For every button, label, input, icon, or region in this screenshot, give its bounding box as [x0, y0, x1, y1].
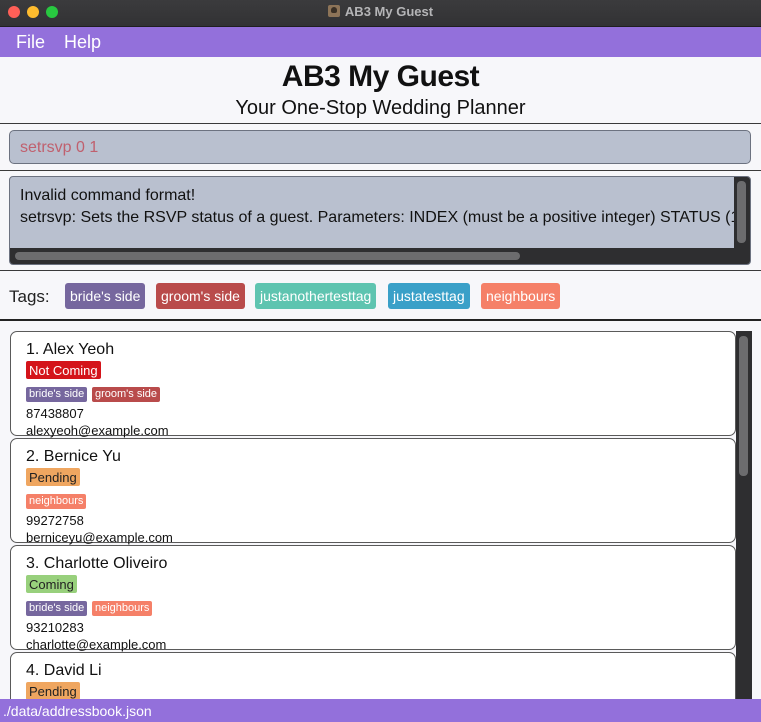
- person-tag: groom's side: [92, 387, 161, 402]
- rsvp-badge: Coming: [26, 575, 77, 593]
- person-tag: neighbours: [26, 494, 87, 509]
- person-list[interactable]: 1. Alex Yeoh Not Coming bride's side gro…: [0, 321, 761, 699]
- person-email: berniceyu@example.com: [26, 530, 173, 545]
- menu-bar: File Help: [0, 27, 761, 57]
- window-title-text: AB3 My Guest: [344, 4, 434, 19]
- person-name: 3. Charlotte Oliveiro: [26, 555, 168, 572]
- person-card[interactable]: 2. Bernice Yu Pending neighbours 9927275…: [10, 438, 736, 545]
- rsvp-badge: Not Coming: [26, 361, 101, 379]
- person-phone: 99272758: [26, 513, 84, 528]
- person-tag: bride's side: [26, 387, 88, 402]
- tag-justatesttag[interactable]: justatesttag: [388, 283, 470, 309]
- person-tag: bride's side: [26, 601, 88, 616]
- app-icon: [327, 5, 340, 17]
- menu-help[interactable]: Help: [64, 32, 101, 53]
- tag-label: justatesttag: [393, 288, 465, 304]
- list-vertical-scroll-thumb[interactable]: [739, 336, 748, 476]
- tag-brides-side[interactable]: bride's side: [65, 283, 146, 309]
- tag-label: groom's side: [161, 288, 240, 304]
- person-email: alexyeoh@example.com: [26, 423, 169, 438]
- status-bar: ./data/addressbook.json: [0, 699, 761, 722]
- list-vertical-scrollbar[interactable]: [736, 331, 752, 699]
- divider: [0, 270, 761, 271]
- tags-label: Tags:: [9, 287, 50, 306]
- result-display[interactable]: Invalid command format! setrsvp: Sets th…: [9, 176, 751, 265]
- window-title: AB3 My Guest: [0, 4, 761, 19]
- person-card[interactable]: 3. Charlotte Oliveiro Coming bride's sid…: [10, 545, 736, 652]
- rsvp-badge: Pending: [26, 682, 80, 699]
- person-email: charlotte@example.com: [26, 637, 167, 652]
- tag-label: justanothertesttag: [260, 288, 372, 304]
- result-vertical-scrollbar[interactable]: [734, 177, 750, 249]
- tag-justanothertesttag[interactable]: justanothertesttag: [255, 283, 377, 309]
- rsvp-badge: Pending: [26, 468, 80, 486]
- app-subtitle: Your One-Stop Wedding Planner: [235, 97, 526, 119]
- result-horizontal-scrollbar[interactable]: [10, 248, 750, 264]
- result-line-2: setrsvp: Sets the RSVP status of a guest…: [20, 209, 740, 226]
- person-phone: 87438807: [26, 406, 84, 421]
- divider: [0, 170, 761, 171]
- tag-label: bride's side: [70, 288, 141, 304]
- tag-grooms-side[interactable]: groom's side: [156, 283, 245, 309]
- result-text: Invalid command format! setrsvp: Sets th…: [20, 185, 739, 229]
- app-title: AB3 My Guest: [281, 60, 480, 93]
- menu-file[interactable]: File: [16, 32, 45, 53]
- result-vertical-scroll-thumb[interactable]: [737, 181, 746, 243]
- person-phone: 93210283: [26, 620, 84, 635]
- person-name: 4. David Li: [26, 662, 102, 679]
- data-file-path: ./data/addressbook.json: [3, 703, 152, 719]
- tag-neighbours[interactable]: neighbours: [481, 283, 561, 309]
- divider: [0, 123, 761, 124]
- person-name: 2. Bernice Yu: [26, 448, 121, 465]
- command-input[interactable]: setrsvp 0 1: [9, 130, 751, 164]
- person-card[interactable]: 4. David Li Pending: [10, 652, 736, 699]
- person-tag: neighbours: [92, 601, 153, 616]
- result-line-1: Invalid command format!: [20, 187, 196, 204]
- app-window: AB3 My Guest File Help AB3 My Guest Your…: [0, 0, 761, 722]
- tag-label: neighbours: [486, 288, 556, 304]
- person-name: 1. Alex Yeoh: [26, 341, 115, 358]
- title-bar: AB3 My Guest: [0, 0, 761, 27]
- person-card[interactable]: 1. Alex Yeoh Not Coming bride's side gro…: [10, 331, 736, 438]
- result-horizontal-scroll-thumb[interactable]: [15, 252, 520, 260]
